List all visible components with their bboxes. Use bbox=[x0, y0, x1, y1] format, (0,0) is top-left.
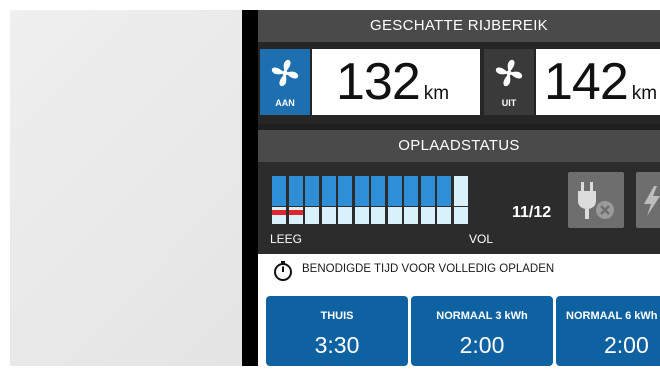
battery-segment-fill bbox=[272, 176, 286, 206]
charge-status-row: LEEG VOL 11/12 bbox=[258, 162, 660, 254]
tile-home-value: 3:30 bbox=[314, 332, 360, 358]
battery-low-marker bbox=[288, 210, 303, 215]
battery-segment bbox=[338, 176, 352, 224]
charge-time-row: BENODIGDE TIJD VOOR VOLLEDIG OPLADEN bbox=[258, 254, 660, 286]
battery-segment-base bbox=[354, 207, 369, 224]
tile-home-label: THUIS bbox=[320, 310, 354, 322]
battery-segment bbox=[420, 176, 435, 224]
charge-time-tiles: THUIS 3:30 NORMAAL 3 kWh 2:00 NORMAAL 6 … bbox=[258, 286, 660, 366]
battery-segment bbox=[321, 176, 336, 224]
fast-charge-button[interactable] bbox=[636, 172, 660, 228]
battery-segment bbox=[288, 176, 303, 224]
battery-segment-fill bbox=[437, 176, 451, 206]
battery-segment-base bbox=[404, 207, 418, 224]
battery-segment-fill bbox=[321, 176, 336, 206]
tile-normal-6kwh-label: NORMAAL 6 kWh bbox=[566, 310, 658, 322]
battery-segment-base bbox=[371, 207, 385, 224]
plug-icon bbox=[578, 182, 614, 219]
battery-segment-base bbox=[437, 207, 451, 224]
battery-segment bbox=[272, 176, 286, 224]
battery-segment bbox=[404, 176, 418, 224]
battery-segment bbox=[371, 176, 385, 224]
battery-segment-fill bbox=[371, 176, 385, 206]
range-on-value: 132 bbox=[336, 53, 421, 111]
ev-info-screen: GESCHATTE RIJBEREIK AAN 132 km UIT 142 k… bbox=[258, 10, 660, 366]
range-off-value-box: 142 km bbox=[536, 49, 660, 115]
battery-full-label: VOL bbox=[469, 232, 494, 246]
tile-normal-6kwh-value: 2:00 bbox=[604, 332, 649, 358]
battery-segment-fill bbox=[404, 176, 418, 206]
range-title: GESCHATTE RIJBEREIK bbox=[258, 10, 660, 42]
charge-time-text: BENODIGDE TIJD VOOR VOLLEDIG OPLADEN bbox=[302, 263, 555, 275]
timer-icon bbox=[274, 261, 292, 281]
lightning-icon bbox=[644, 186, 660, 216]
climate-on-button[interactable]: AAN bbox=[260, 49, 310, 115]
tile-home[interactable]: THUIS 3:30 bbox=[266, 296, 408, 366]
battery-segment-base bbox=[321, 207, 336, 224]
range-on-value-box: 132 km bbox=[312, 49, 480, 115]
climate-off-button[interactable]: UIT bbox=[484, 49, 534, 115]
battery-segment-fill bbox=[420, 176, 435, 206]
battery-segment-base bbox=[338, 207, 352, 224]
range-off-unit: km bbox=[631, 83, 658, 104]
tile-normal-3kwh-label: NORMAAL 3 kWh bbox=[436, 310, 528, 322]
battery-low-marker bbox=[272, 210, 286, 215]
battery-segment-base bbox=[453, 207, 468, 224]
battery-segment bbox=[453, 176, 468, 224]
battery-segment bbox=[354, 176, 369, 224]
fan-icon bbox=[495, 59, 523, 87]
charge-cancel-button[interactable] bbox=[568, 172, 624, 228]
battery-segment bbox=[437, 176, 451, 224]
tile-normal-3kwh[interactable]: NORMAAL 3 kWh 2:00 bbox=[411, 296, 553, 366]
battery-segment bbox=[387, 176, 402, 224]
battery-segment-count: 11/12 bbox=[512, 204, 552, 221]
battery-segment-base bbox=[305, 207, 319, 224]
battery-segment-fill bbox=[338, 176, 352, 206]
battery-segment-base bbox=[420, 207, 435, 224]
range-row: AAN 132 km UIT 142 km bbox=[258, 42, 660, 124]
fan-icon bbox=[271, 59, 299, 87]
background-panel bbox=[10, 10, 242, 366]
range-off-value: 142 bbox=[544, 53, 629, 111]
battery-segment-fill bbox=[387, 176, 402, 206]
climate-off-label: UIT bbox=[501, 98, 517, 108]
battery-segment-base bbox=[387, 207, 402, 224]
battery-segment-fill bbox=[288, 176, 303, 206]
tile-normal-6kwh[interactable]: NORMAAL 6 kWh 2:00 bbox=[556, 296, 660, 366]
battery-segment-fill bbox=[354, 176, 369, 206]
charge-title: OPLAADSTATUS bbox=[258, 130, 660, 162]
tile-normal-3kwh-value: 2:00 bbox=[459, 332, 505, 358]
battery-segment-fill bbox=[453, 176, 468, 206]
range-on-unit: km bbox=[423, 83, 450, 104]
climate-on-label: AAN bbox=[275, 98, 295, 108]
screen-bezel bbox=[242, 10, 258, 366]
battery-segment bbox=[305, 176, 319, 224]
battery-segment-fill bbox=[305, 176, 319, 206]
battery-empty-label: LEEG bbox=[270, 232, 303, 246]
